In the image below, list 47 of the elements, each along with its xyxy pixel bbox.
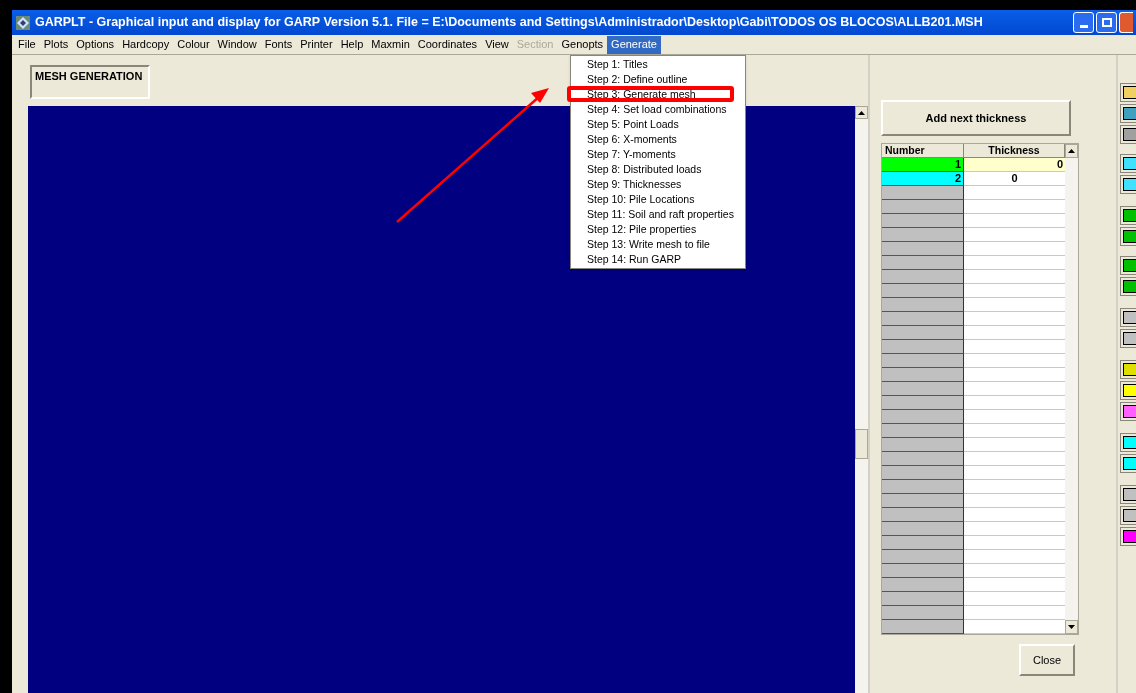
menu-item[interactable]: Colour <box>173 35 214 54</box>
menu-item[interactable]: Options <box>72 35 119 54</box>
number-cell: 2 <box>882 172 964 186</box>
scroll-down-icon <box>1068 625 1075 629</box>
menu-item[interactable]: Coordinates <box>413 35 482 54</box>
dropdown-item[interactable]: Step 1: Titles <box>571 57 745 72</box>
minimize-button[interactable] <box>1073 12 1094 33</box>
dropdown-item[interactable]: Step 7: Y-moments <box>571 147 745 162</box>
dropdown-item[interactable]: Step 2: Define outline <box>571 72 745 87</box>
menu-item[interactable]: Generate <box>607 35 661 54</box>
dropdown-item[interactable]: Step 9: Thicknesses <box>571 177 745 192</box>
menu-item[interactable]: Maxmin <box>367 35 414 54</box>
menu-item[interactable]: Plots <box>39 35 73 54</box>
dropdown-item[interactable]: Step 13: Write mesh to file <box>571 237 745 252</box>
window-title: GARPLT - Graphical input and display for GARP Version 5.1. File = E:\Documents and Settings\Administrador\Desktop\Gabi\TODOS OS BLOCOS\ALLB201.MSH <box>35 14 984 32</box>
column-header: Thickness <box>964 144 1065 158</box>
thickness-cell[interactable]: 0 <box>964 158 1065 172</box>
dropdown-item[interactable]: Step 5: Point Loads <box>571 117 745 132</box>
menu-item[interactable]: Fonts <box>260 35 297 54</box>
dropdown-item[interactable]: Step 8: Distributed loads <box>571 162 745 177</box>
app-icon <box>15 14 31 31</box>
number-cell: 1 <box>882 158 964 172</box>
thickness-cell[interactable]: 0 <box>964 172 1065 186</box>
menu-item[interactable]: Window <box>213 35 261 54</box>
dropdown-item[interactable]: Step 12: Pile properties <box>571 222 745 237</box>
scroll-up-icon <box>858 110 865 115</box>
menu-item[interactable]: Printer <box>296 35 337 54</box>
close-button[interactable]: Close <box>1019 644 1075 676</box>
restore-button[interactable] <box>1096 12 1117 33</box>
dropdown-item[interactable]: Step 6: X-moments <box>571 132 745 147</box>
scrollbar-thumb[interactable] <box>855 429 868 459</box>
column-header: Number <box>882 144 964 158</box>
close-window-button[interactable] <box>1119 12 1133 33</box>
dropdown-item[interactable]: Step 14: Run GARP <box>571 252 745 267</box>
vertical-scrollbar[interactable] <box>855 106 868 693</box>
mesh-canvas[interactable] <box>28 106 855 693</box>
scroll-up-icon <box>1068 149 1075 153</box>
dropdown-item[interactable]: Step 10: Pile Locations <box>571 192 745 207</box>
add-thickness-button[interactable]: Add next thickness <box>881 100 1071 136</box>
menu-item[interactable]: File <box>14 35 40 54</box>
menu-item[interactable]: View <box>481 35 513 54</box>
menu-item[interactable]: Hardcopy <box>118 35 174 54</box>
dropdown-item[interactable]: Step 4: Set load combinations <box>571 102 745 117</box>
panel-label: MESH GENERATION <box>30 65 150 99</box>
menu-item[interactable]: Help <box>336 35 368 54</box>
dropdown-item[interactable]: Step 11: Soil and raft properties <box>571 207 745 222</box>
menu-item[interactable]: Genopts <box>557 35 608 54</box>
